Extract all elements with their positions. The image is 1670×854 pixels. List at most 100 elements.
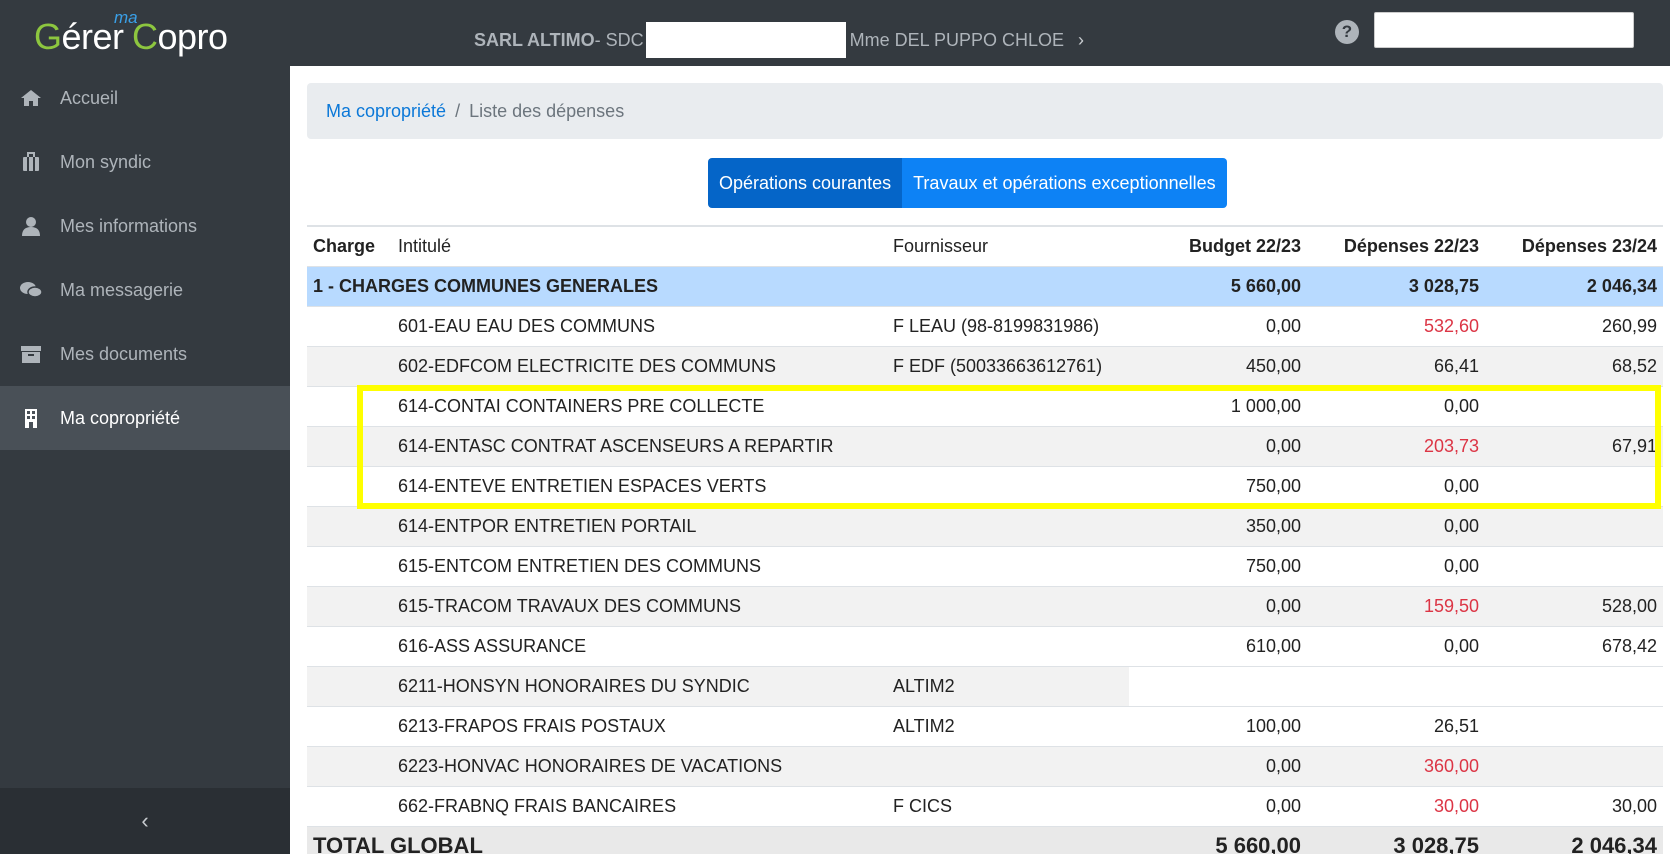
budget-cell: 0,00 xyxy=(1129,585,1307,626)
sidebar-item-mon-syndic[interactable]: Mon syndic xyxy=(0,130,290,194)
top-search-input[interactable] xyxy=(1374,12,1634,48)
chevron-right-icon: › xyxy=(1078,29,1085,50)
organization-name: SARL ALTIMO xyxy=(474,29,595,50)
charge-cell xyxy=(307,425,392,466)
depenses-2324-cell: 260,99 xyxy=(1485,305,1663,346)
budget-cell: 610,00 xyxy=(1129,625,1307,666)
depenses-2223-cell: 30,00 xyxy=(1307,785,1485,826)
table-row: 616-ASS ASSURANCE 610,00 0,00 678,42 xyxy=(307,625,1663,666)
fournisseur-cell xyxy=(887,625,1129,666)
total-row: TOTAL GLOBAL 5 660,00 3 028,75 2 046,34 xyxy=(307,825,1663,854)
intitule-cell: 601-EAU EAU DES COMMUNS xyxy=(392,305,887,346)
top-bar: ma Gérer Copro SARL ALTIMO - SDC Mme DEL… xyxy=(0,0,1670,66)
table-row: 615-ENTCOM ENTRETIEN DES COMMUNS 750,00 0,… xyxy=(307,545,1663,586)
depenses-2223-cell: 159,50 xyxy=(1307,585,1485,626)
table-row: 6223-HONVAC HONORAIRES DE VACATIONS 0,00 3… xyxy=(307,745,1663,786)
fournisseur-cell: ALTIM2 xyxy=(887,665,1129,706)
table-row: 614-ENTEVE ENTRETIEN ESPACES VERTS 750,00… xyxy=(307,465,1663,506)
fournisseur-cell xyxy=(887,745,1129,786)
sidebar-item-mes-documents[interactable]: Mes documents xyxy=(0,322,290,386)
charge-cell xyxy=(307,505,392,546)
sdc-prefix: - SDC xyxy=(594,29,644,50)
intitule-cell: 614-CONTAI CONTAINERS PRE COLLECTE xyxy=(392,385,887,426)
charge-cell xyxy=(307,305,392,346)
depenses-2324-cell: 67,91 xyxy=(1485,425,1663,466)
fournisseur-cell: F EDF (50033663612761) xyxy=(887,345,1129,386)
group-budget: 5 660,00 xyxy=(1129,265,1307,306)
sidebar-collapse-button[interactable]: ‹ xyxy=(0,788,290,854)
charge-cell xyxy=(307,585,392,626)
sidebar-item-accueil[interactable]: Accueil xyxy=(0,66,290,130)
logo-word-2: Copro xyxy=(132,16,228,57)
charge-cell xyxy=(307,465,392,506)
depenses-2223-cell: 532,60 xyxy=(1307,305,1485,346)
question-circle-icon[interactable]: ? xyxy=(1335,20,1359,44)
app-logo[interactable]: ma Gérer Copro xyxy=(34,8,244,58)
depenses-2324-cell xyxy=(1485,745,1663,786)
charge-cell xyxy=(307,785,392,826)
operations-tab-group: Opérations courantes Travaux et opératio… xyxy=(708,158,1227,208)
charge-cell xyxy=(307,665,392,706)
sidebar-item-label: Ma messagerie xyxy=(60,279,184,300)
group-depenses-2223: 3 028,75 xyxy=(1307,265,1485,306)
breadcrumb-link[interactable]: Ma copropriété xyxy=(326,101,446,122)
table-row: 615-TRACOM TRAVAUX DES COMMUNS 0,00 159,50… xyxy=(307,585,1663,626)
budget-cell: 450,00 xyxy=(1129,345,1307,386)
table-row: 614-ENTASC CONTRAT ASCENSEURS A REPARTIR… xyxy=(307,425,1663,466)
budget-cell: 750,00 xyxy=(1129,545,1307,586)
intitule-cell: 6223-HONVAC HONORAIRES DE VACATIONS xyxy=(392,745,887,786)
depenses-2223-cell: 26,51 xyxy=(1307,705,1485,746)
breadcrumb: Ma copropriété / Liste des dépenses xyxy=(307,83,1663,139)
budget-cell xyxy=(1129,665,1307,706)
fournisseur-cell: F LEAU (98-8199831986) xyxy=(887,305,1129,346)
sidebar-item-ma-messagerie[interactable]: Ma messagerie xyxy=(0,258,290,322)
intitule-cell: 614-ENTEVE ENTRETIEN ESPACES VERTS xyxy=(392,465,887,506)
depenses-2324-cell xyxy=(1485,545,1663,586)
depenses-2223-cell: 0,00 xyxy=(1307,505,1485,546)
breadcrumb-separator: / xyxy=(455,100,461,121)
fournisseur-cell xyxy=(887,585,1129,626)
user-icon xyxy=(20,216,42,236)
depenses-2223-cell: 360,00 xyxy=(1307,745,1485,786)
depenses-2223-cell: 0,00 xyxy=(1307,545,1485,586)
chat-icon xyxy=(20,280,43,300)
home-icon xyxy=(20,88,42,108)
fournisseur-cell: ALTIM2 xyxy=(887,705,1129,746)
depenses-2324-cell: 68,52 xyxy=(1485,345,1663,386)
intitule-cell: 6211-HONSYN HONORAIRES DU SYNDIC xyxy=(392,665,887,706)
budget-cell: 0,00 xyxy=(1129,305,1307,346)
total-label: TOTAL GLOBAL xyxy=(307,825,1129,854)
budget-cell: 1 000,00 xyxy=(1129,385,1307,426)
depenses-2223-cell: 0,00 xyxy=(1307,465,1485,506)
depenses-2324-cell xyxy=(1485,705,1663,746)
intitule-cell: 614-ENTPOR ENTRETIEN PORTAIL xyxy=(392,505,887,546)
group-depenses-2324: 2 046,34 xyxy=(1485,265,1663,306)
sidebar-item-ma-copropriete[interactable]: Ma copropriété xyxy=(0,386,290,450)
column-header-depenses-2223: Dépenses 22/23 xyxy=(1307,225,1485,266)
sidebar-item-mes-informations[interactable]: Mes informations xyxy=(0,194,290,258)
total-depenses-2223: 3 028,75 xyxy=(1307,825,1485,854)
depenses-2223-cell: 203,73 xyxy=(1307,425,1485,466)
account-switcher[interactable]: SARL ALTIMO - SDC Mme DEL PUPPO CHLOE › xyxy=(474,22,1084,58)
fournisseur-cell xyxy=(887,465,1129,506)
tab-travaux-exceptionnels[interactable]: Travaux et opérations exceptionnelles xyxy=(902,158,1227,208)
intitule-cell: 616-ASS ASSURANCE xyxy=(392,625,887,666)
redacted-field xyxy=(645,22,846,58)
apartment-icon xyxy=(20,408,42,428)
depenses-2324-cell xyxy=(1485,665,1663,706)
fournisseur-cell xyxy=(887,505,1129,546)
tab-operations-courantes[interactable]: Opérations courantes xyxy=(708,158,903,208)
depenses-2324-cell: 528,00 xyxy=(1485,585,1663,626)
sidebar-item-label: Mon syndic xyxy=(60,151,152,172)
table-row: 6213-FRAPOS FRAIS POSTAUX ALTIM2 100,00 26,… xyxy=(307,705,1663,746)
intitule-cell: 615-ENTCOM ENTRETIEN DES COMMUNS xyxy=(392,545,887,586)
main-content: Ma copropriété / Liste des dépenses Opér… xyxy=(290,66,1670,854)
fournisseur-cell: F CICS xyxy=(887,785,1129,826)
column-header-budget: Budget 22/23 xyxy=(1129,225,1307,266)
depenses-2324-cell xyxy=(1485,505,1663,546)
sidebar-item-label: Mes documents xyxy=(60,343,188,364)
breadcrumb-current: Liste des dépenses xyxy=(469,100,625,121)
sidebar: Accueil Mon syndic Mes informations Ma m… xyxy=(0,66,290,854)
table-row: 602-EDFCOM ELECTRICITE DES COMMUNS F EDF … xyxy=(307,345,1663,386)
intitule-cell: 615-TRACOM TRAVAUX DES COMMUNS xyxy=(392,585,887,626)
